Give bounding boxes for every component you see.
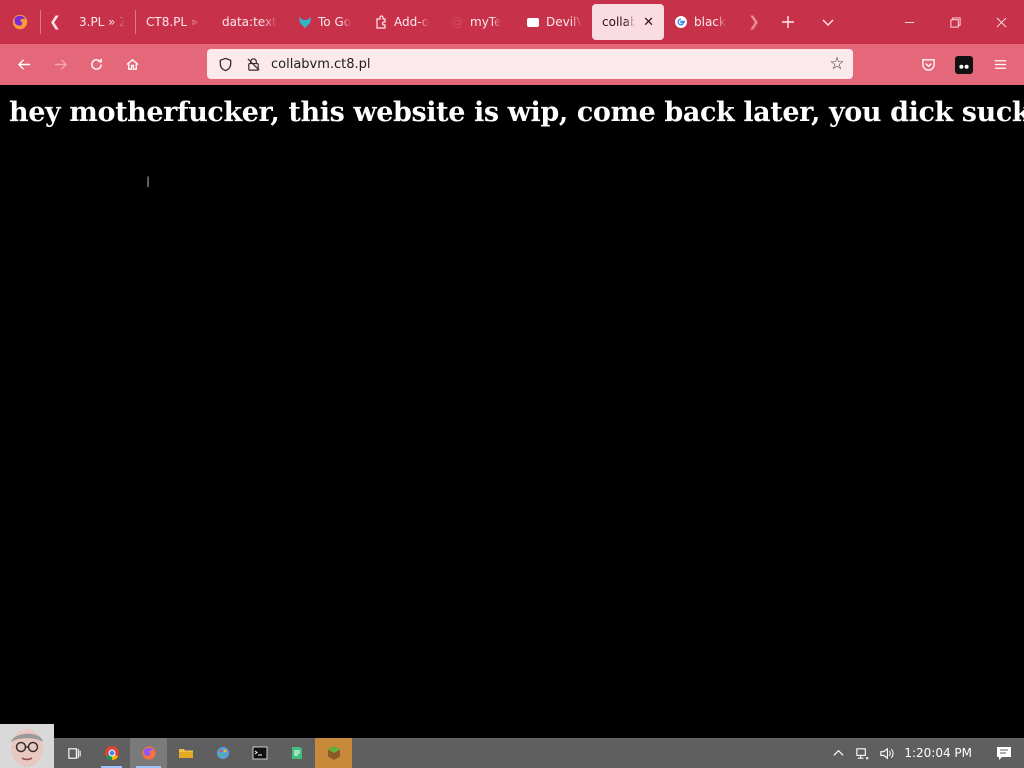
url-text[interactable]: collabvm.ct8.pl xyxy=(271,57,821,72)
paint-icon[interactable] xyxy=(204,738,241,768)
firefox-taskbar-icon[interactable] xyxy=(130,738,167,768)
tab-ct8-c[interactable]: CT8.PL » C xyxy=(136,4,212,40)
action-center-notification-icon[interactable] xyxy=(984,738,1024,768)
page-favicon-icon xyxy=(526,15,540,29)
notepad-icon[interactable] xyxy=(278,738,315,768)
tab-scroll-right-icon[interactable]: ❯ xyxy=(740,0,768,44)
screen: ❮ 3.PL » Z CT8.PL » C data:text/ To Go A… xyxy=(0,0,1024,768)
tab-to-go[interactable]: To Go xyxy=(288,4,364,40)
reload-icon[interactable] xyxy=(78,49,114,81)
navigation-toolbar: collabvm.ct8.pl ☆ xyxy=(0,44,1024,85)
file-explorer-icon[interactable] xyxy=(167,738,204,768)
tab-collabvm[interactable]: collabvi ✕ xyxy=(592,4,664,40)
google-g-icon xyxy=(674,15,688,29)
tab-label: 3.PL » Z xyxy=(79,15,125,29)
address-bar[interactable]: collabvm.ct8.pl ☆ xyxy=(207,49,853,79)
restore-icon[interactable] xyxy=(932,0,978,44)
back-arrow-icon[interactable] xyxy=(6,49,42,81)
tab-add-ons[interactable]: Add-o xyxy=(364,4,440,40)
close-window-icon[interactable] xyxy=(978,0,1024,44)
minecraft-grass-block-icon[interactable] xyxy=(315,738,352,768)
tab-label: Add-o xyxy=(394,15,430,29)
forward-arrow-icon[interactable] xyxy=(42,49,78,81)
firefox-menu-icon[interactable] xyxy=(0,0,40,44)
tab-label: myTe xyxy=(470,15,502,29)
show-hidden-icons-chevron-icon[interactable] xyxy=(826,738,850,768)
tab-scroll-left-icon[interactable]: ❮ xyxy=(41,0,69,44)
tab-label: DevilV xyxy=(546,15,582,29)
network-icon[interactable] xyxy=(850,738,874,768)
at-sign-icon: @ xyxy=(451,15,463,29)
text-cursor-icon: I xyxy=(146,175,151,191)
tab-black[interactable]: black xyxy=(664,4,740,40)
home-icon[interactable] xyxy=(114,49,150,81)
minimize-icon[interactable] xyxy=(886,0,932,44)
tab-data-text[interactable]: data:text/ xyxy=(212,4,288,40)
chrome-icon[interactable] xyxy=(93,738,130,768)
tab-label: CT8.PL » C xyxy=(146,15,202,29)
extension-icon[interactable] xyxy=(946,49,982,81)
pocket-icon[interactable] xyxy=(910,49,946,81)
page-content: hey motherfucker, this website is wip, c… xyxy=(0,85,1024,738)
new-tab-plus-icon[interactable] xyxy=(768,0,808,44)
tab-label: black xyxy=(694,15,726,29)
hamburger-menu-icon[interactable] xyxy=(982,49,1018,81)
extension-badge-icon xyxy=(955,55,973,74)
tab-label: data:text/ xyxy=(222,15,278,29)
taskbar-clock[interactable]: 1:20:04 PM xyxy=(898,746,984,760)
fox-favicon-icon xyxy=(298,15,312,29)
tracking-protection-shield-icon[interactable] xyxy=(211,49,239,79)
system-tray: 1:20:04 PM xyxy=(826,738,1024,768)
bookmark-star-icon[interactable]: ☆ xyxy=(821,54,853,74)
toolbar-right-tools xyxy=(910,44,1024,85)
tab-close-icon[interactable]: ✕ xyxy=(643,15,654,30)
list-all-tabs-chevron-icon[interactable] xyxy=(808,0,848,44)
tab-label: collabvi xyxy=(602,15,636,29)
tab-mytemp[interactable]: @ myTe xyxy=(440,4,516,40)
taskbar-items xyxy=(56,738,352,768)
page-heading: hey motherfucker, this website is wip, c… xyxy=(9,97,1024,128)
puzzle-piece-icon xyxy=(374,15,388,29)
tab-devilv[interactable]: DevilV xyxy=(516,4,592,40)
tab-label: To Go xyxy=(318,15,352,29)
insecure-lock-icon[interactable] xyxy=(239,49,267,79)
user-avatar xyxy=(0,724,54,768)
task-view-icon[interactable] xyxy=(56,738,93,768)
tab-ct8-z[interactable]: 3.PL » Z xyxy=(69,4,135,40)
tab-bar: ❮ 3.PL » Z CT8.PL » C data:text/ To Go A… xyxy=(0,0,1024,44)
command-prompt-icon[interactable] xyxy=(241,738,278,768)
volume-icon[interactable] xyxy=(874,738,898,768)
